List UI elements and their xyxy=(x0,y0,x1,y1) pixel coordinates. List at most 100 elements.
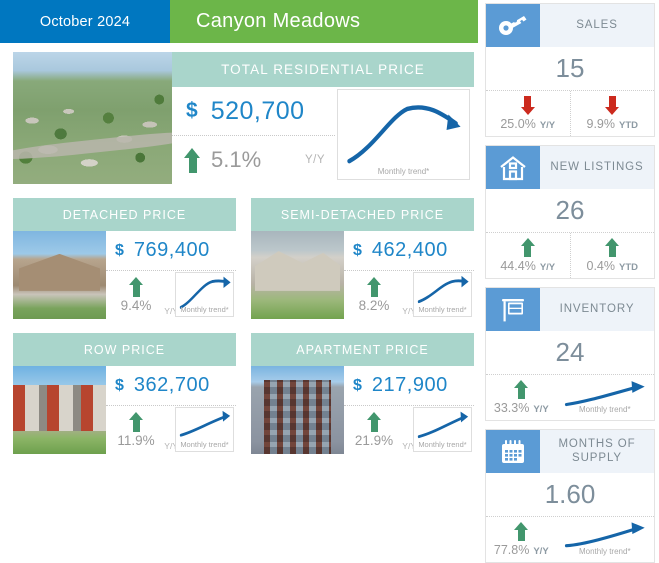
card-monthly-trend-chart: Monthly trend* xyxy=(175,272,234,317)
card-price-row: $ 769,400 xyxy=(106,231,236,271)
stat-pct: 77.8% xyxy=(493,543,530,557)
semi-detached-price-card: SEMI-DETACHED PRICE $ 462,400 8.2% Y/Y M… xyxy=(251,198,474,319)
header-month: October 2024 xyxy=(0,0,170,43)
currency-symbol: $ xyxy=(186,99,198,122)
arrow-down-icon xyxy=(605,96,620,115)
hero-trend-label: Monthly trend* xyxy=(377,167,430,176)
stat-pct: 33.3% xyxy=(493,401,530,415)
card-price-value: 217,900 xyxy=(371,374,448,396)
card-title: ROW PRICE xyxy=(13,333,236,366)
card-title: APARTMENT PRICE xyxy=(251,333,474,366)
card-price-row: $ 462,400 xyxy=(344,231,474,271)
card-pct-value: 8.2% xyxy=(358,298,390,313)
card-change: 8.2% Y/Y xyxy=(344,271,416,319)
inventory-monthly-trend-chart: Monthly trend* xyxy=(559,378,650,417)
new-listings-panel: NEW LISTINGS 26 44.4% Y/Y 0.4% YTD xyxy=(485,145,655,279)
arrow-up-icon xyxy=(367,277,381,297)
card-pct-value: 9.4% xyxy=(120,298,152,313)
main-content: TOTAL RESIDENTIAL PRICE $ 520,700 5.1% Y… xyxy=(0,43,478,533)
sales-yy-stat: 25.0% Y/Y xyxy=(486,91,570,136)
sales-ytd-stat: 9.9% YTD xyxy=(569,91,655,136)
stat-pct: 9.9% xyxy=(586,117,616,131)
stat-pct: 0.4% xyxy=(586,259,616,273)
arrow-up-icon xyxy=(514,522,529,541)
card-trend-label: Monthly trend* xyxy=(180,440,229,449)
apartment-price-card: APARTMENT PRICE $ 217,900 21.9% Y/Y Mont… xyxy=(251,333,474,454)
new-listings-value: 26 xyxy=(486,189,654,233)
price-cards-row-1: DETACHED PRICE $ 769,400 9.4% Y/Y Monthl… xyxy=(13,198,474,319)
card-change: 11.9% Y/Y xyxy=(106,406,178,454)
hero-price-value: 520,700 xyxy=(210,96,305,125)
card-trend-label: Monthly trend* xyxy=(418,305,467,314)
trend-label: Monthly trend* xyxy=(578,547,631,556)
panel-title: NEW LISTINGS xyxy=(550,160,644,173)
card-pct-value: 21.9% xyxy=(354,433,394,448)
stat-label: YTD xyxy=(619,262,638,273)
card-trend-label: Monthly trend* xyxy=(180,305,229,314)
new-listings-ytd-stat: 0.4% YTD xyxy=(569,233,655,278)
arrow-up-icon xyxy=(367,412,381,432)
dashboard-header: October 2024 Canyon Meadows xyxy=(0,0,478,43)
sales-value: 15 xyxy=(486,47,654,91)
card-change: 21.9% Y/Y xyxy=(344,406,416,454)
currency-symbol: $ xyxy=(115,376,124,394)
card-price-row: $ 362,700 xyxy=(106,366,236,406)
arrow-up-icon xyxy=(605,238,620,257)
detached-house-photo xyxy=(13,231,106,319)
card-price-value: 462,400 xyxy=(371,239,448,261)
card-change: 9.4% Y/Y xyxy=(106,271,178,319)
hero-price-row: $ 520,700 xyxy=(172,87,335,136)
hero-pct-label: Y/Y xyxy=(304,154,325,166)
card-price-row: $ 217,900 xyxy=(344,366,474,406)
card-title: DETACHED PRICE xyxy=(13,198,236,231)
hero-pct-value: 5.1% xyxy=(211,147,262,172)
stat-label: Y/Y xyxy=(539,120,556,131)
card-monthly-trend-chart: Monthly trend* xyxy=(413,407,472,452)
currency-symbol: $ xyxy=(353,241,362,259)
card-price-value: 362,700 xyxy=(133,374,210,396)
row-townhouses-photo xyxy=(13,366,106,454)
trend-label: Monthly trend* xyxy=(578,405,631,414)
price-cards-row-2: ROW PRICE $ 362,700 11.9% Y/Y Monthly tr… xyxy=(13,333,474,454)
panel-title: SALES xyxy=(576,18,618,31)
panel-title: INVENTORY xyxy=(559,302,635,315)
months-of-supply-yy-stat: 77.8% Y/Y xyxy=(486,517,557,562)
card-monthly-trend-chart: Monthly trend* xyxy=(175,407,234,452)
card-trend-label: Monthly trend* xyxy=(418,440,467,449)
arrow-up-icon xyxy=(520,238,535,257)
inventory-value: 24 xyxy=(486,331,654,375)
total-residential-price-panel: TOTAL RESIDENTIAL PRICE $ 520,700 5.1% Y… xyxy=(13,52,474,184)
stat-pct: 44.4% xyxy=(500,259,536,273)
arrow-down-icon xyxy=(520,96,535,115)
for-sale-sign-icon xyxy=(486,288,540,331)
arrow-up-icon xyxy=(184,147,201,173)
arrow-up-icon xyxy=(514,380,529,399)
aerial-suburban-neighbourhood-photo xyxy=(13,52,172,184)
months-of-supply-panel: MONTHS OF SUPPLY 1.60 77.8% Y/Y Monthly … xyxy=(485,429,655,563)
arrow-up-icon xyxy=(129,277,143,297)
currency-symbol: $ xyxy=(115,241,124,259)
inventory-panel: INVENTORY 24 33.3% Y/Y Monthly trend* xyxy=(485,287,655,421)
months-of-supply-value: 1.60 xyxy=(486,473,654,517)
card-title: SEMI-DETACHED PRICE xyxy=(251,198,474,231)
house-icon xyxy=(486,146,540,189)
new-listings-yy-stat: 44.4% Y/Y xyxy=(486,233,570,278)
card-price-value: 769,400 xyxy=(133,239,210,261)
stat-label: YTD xyxy=(619,120,638,131)
hero-title: TOTAL RESIDENTIAL PRICE xyxy=(172,52,474,87)
calendar-icon xyxy=(486,430,540,473)
hero-change-row: 5.1% Y/Y xyxy=(172,136,335,184)
arrow-up-icon xyxy=(129,412,143,432)
stat-label: Y/Y xyxy=(539,262,556,273)
stat-label: Y/Y xyxy=(533,404,549,415)
hero-monthly-trend-chart: Monthly trend* xyxy=(337,89,470,180)
currency-symbol: $ xyxy=(353,376,362,394)
header-area-name: Canyon Meadows xyxy=(170,0,478,43)
keys-icon xyxy=(486,4,540,47)
card-pct-value: 11.9% xyxy=(117,433,155,448)
market-stats-sidebar: SALES 15 25.0% Y/Y 9.9% YTD NEW LISTINGS… xyxy=(481,0,659,563)
price-cards-grid: DETACHED PRICE $ 769,400 9.4% Y/Y Monthl… xyxy=(13,198,474,468)
stat-pct: 25.0% xyxy=(500,117,536,131)
stat-label: Y/Y xyxy=(533,546,549,557)
semi-detached-house-photo xyxy=(251,231,344,319)
